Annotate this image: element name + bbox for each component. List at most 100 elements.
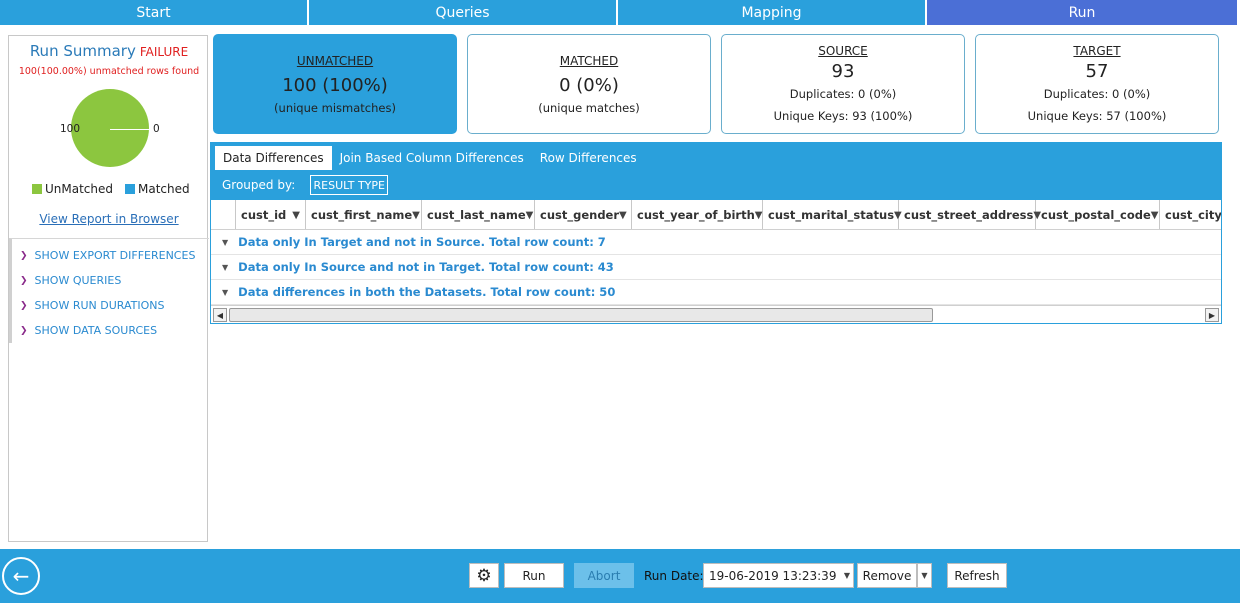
- grouped-by-bar: Grouped by: RESULT TYPE: [222, 175, 389, 195]
- tab-start[interactable]: Start: [0, 0, 307, 25]
- tab-join-based-column-differences[interactable]: Join Based Column Differences: [332, 146, 532, 170]
- refresh-button[interactable]: Refresh: [947, 563, 1007, 588]
- filter-icon[interactable]: ▼: [755, 210, 763, 221]
- scroll-left-icon[interactable]: ◀: [213, 308, 227, 322]
- pie-label-unmatched: 100: [60, 123, 81, 135]
- tab-queries[interactable]: Queries: [309, 0, 616, 25]
- abort-button[interactable]: Abort: [574, 563, 634, 588]
- run-date-value: 19-06-2019 13:23:39: [709, 568, 837, 583]
- expand-triangle-icon[interactable]: ▼: [222, 288, 228, 297]
- expand-triangle-icon[interactable]: ▼: [222, 238, 228, 247]
- settings-gear-icon[interactable]: ⚙: [469, 563, 499, 588]
- grid-header: cust_id ▼ cust_first_name ▼ cust_last_name…: [211, 200, 1221, 230]
- legend-swatch-matched: [125, 184, 136, 194]
- column-header-cust-last-name[interactable]: cust_last_name ▼: [422, 200, 535, 229]
- run-button[interactable]: Run: [504, 563, 564, 588]
- group-row[interactable]: ▼ Data only In Target and not in Source. …: [211, 230, 1221, 255]
- back-arrow-icon[interactable]: ←: [2, 557, 40, 595]
- legend-label-unmatched: UnMatched: [45, 182, 114, 196]
- column-header-label: cust_year_of_birth: [637, 208, 755, 222]
- column-header-cust-marital-status[interactable]: cust_marital_status ▼: [763, 200, 902, 229]
- grid-tabs: Data Differences Join Based Column Diffe…: [215, 146, 645, 170]
- column-header-label: cust_id: [241, 208, 287, 222]
- card-value: 57: [1085, 61, 1109, 82]
- target-card[interactable]: TARGET 57 Duplicates: 0 (0%) Unique Keys…: [975, 34, 1219, 134]
- tab-run[interactable]: Run: [927, 0, 1237, 25]
- legend-matched: Matched: [125, 182, 190, 196]
- remove-dropdown-icon[interactable]: ▼: [917, 563, 932, 588]
- remove-button[interactable]: Remove: [857, 563, 917, 588]
- filter-icon[interactable]: ▼: [412, 210, 420, 221]
- column-header-label: cust_last_name: [427, 208, 526, 222]
- legend-unmatched: UnMatched: [32, 182, 113, 196]
- legend-label-matched: Matched: [138, 182, 190, 196]
- section-label: SHOW EXPORT DIFFERENCES: [34, 249, 196, 262]
- filter-icon[interactable]: ▼: [1151, 210, 1159, 221]
- card-duplicates: Duplicates: 0 (0%): [789, 87, 897, 101]
- group-row[interactable]: ▼ Data differences in both the Datasets. …: [211, 280, 1221, 305]
- scrollbar-thumb[interactable]: [229, 308, 933, 322]
- group-row[interactable]: ▼ Data only In Source and not in Target. …: [211, 255, 1221, 280]
- section-label: SHOW RUN DURATIONS: [34, 299, 165, 312]
- column-header-label: cust_city: [1165, 208, 1221, 222]
- column-header-label: cust_street_address: [904, 208, 1034, 222]
- unmatched-card[interactable]: UNMATCHED 100 (100%) (unique mismatches): [213, 34, 457, 134]
- card-value: 93: [831, 61, 855, 82]
- chevron-down-icon: ❯: [20, 250, 28, 261]
- pie-legend: UnMatched Matched: [32, 182, 202, 196]
- run-status: FAILURE: [139, 45, 189, 59]
- filter-icon[interactable]: ▼: [619, 210, 627, 221]
- card-label: UNMATCHED: [296, 54, 374, 68]
- card-note: (unique matches): [538, 101, 640, 115]
- run-date-select[interactable]: 19-06-2019 13:23:39 ▼: [703, 563, 854, 588]
- source-card[interactable]: SOURCE 93 Duplicates: 0 (0%) Unique Keys…: [721, 34, 965, 134]
- column-header-cust-street-address[interactable]: cust_street_address ▼: [899, 200, 1041, 229]
- column-header-cust-year-of-birth[interactable]: cust_year_of_birth ▼: [632, 200, 763, 229]
- tab-data-differences[interactable]: Data Differences: [215, 146, 332, 170]
- run-summary-title: Run Summary: [29, 42, 136, 60]
- show-run-durations[interactable]: ❯ SHOW RUN DURATIONS: [12, 293, 209, 318]
- chevron-down-icon: ❯: [20, 300, 28, 311]
- pie-slice-divider: [110, 129, 149, 130]
- grid-rows: ▼ Data only In Target and not in Source. …: [211, 230, 1221, 305]
- column-header-cust-gender[interactable]: cust_gender ▼: [535, 200, 632, 229]
- filter-icon[interactable]: ▼: [292, 210, 300, 221]
- column-header-cust-city[interactable]: cust_city: [1160, 200, 1221, 229]
- horizontal-scrollbar[interactable]: ◀ ▶: [211, 305, 1221, 323]
- group-row-label: Data only In Source and not in Target. T…: [238, 260, 614, 274]
- pie-label-matched: 0: [153, 123, 160, 135]
- chevron-down-icon: ❯: [20, 275, 28, 286]
- chevron-down-icon[interactable]: ▼: [844, 571, 850, 580]
- expand-triangle-icon[interactable]: ▼: [222, 263, 228, 272]
- show-queries[interactable]: ❯ SHOW QUERIES: [12, 268, 209, 293]
- section-label: SHOW QUERIES: [34, 274, 122, 287]
- grid-indent-column: [211, 200, 236, 229]
- view-report-link[interactable]: View Report in Browser: [9, 212, 209, 226]
- column-header-cust-id[interactable]: cust_id ▼: [236, 200, 306, 229]
- card-unique-keys: Unique Keys: 57 (100%): [1027, 109, 1167, 123]
- column-header-label: cust_marital_status: [768, 208, 895, 222]
- legend-swatch-unmatched: [32, 184, 42, 194]
- show-data-sources[interactable]: ❯ SHOW DATA SOURCES: [12, 318, 209, 343]
- column-header-label: cust_postal_code: [1041, 208, 1151, 222]
- run-summary-panel: Run Summary FAILURE 100(100.00%) unmatche…: [8, 35, 209, 542]
- card-value: 100 (100%): [282, 75, 388, 96]
- show-export-differences[interactable]: ❯ SHOW EXPORT DIFFERENCES: [12, 243, 209, 268]
- column-header-cust-first-name[interactable]: cust_first_name ▼: [306, 200, 422, 229]
- match-pie-chart: [71, 89, 149, 167]
- column-header-label: cust_first_name: [311, 208, 413, 222]
- card-note: (unique mismatches): [274, 101, 396, 115]
- grouped-by-label: Grouped by:: [222, 178, 296, 192]
- column-header-label: cust_gender: [540, 208, 620, 222]
- matched-card[interactable]: MATCHED 0 (0%) (unique matches): [467, 34, 711, 134]
- group-row-label: Data only In Target and not in Source. T…: [238, 235, 606, 249]
- filter-icon[interactable]: ▼: [526, 210, 534, 221]
- top-navigation: Start Queries Mapping Run: [0, 0, 1240, 25]
- tab-mapping[interactable]: Mapping: [618, 0, 925, 25]
- tab-row-differences[interactable]: Row Differences: [532, 146, 645, 170]
- scroll-right-icon[interactable]: ▶: [1205, 308, 1219, 322]
- column-header-cust-postal-code[interactable]: cust_postal_code ▼: [1036, 200, 1160, 229]
- group-chip-result-type[interactable]: RESULT TYPE: [310, 175, 389, 195]
- section-label: SHOW DATA SOURCES: [34, 324, 158, 337]
- card-value: 0 (0%): [559, 75, 619, 96]
